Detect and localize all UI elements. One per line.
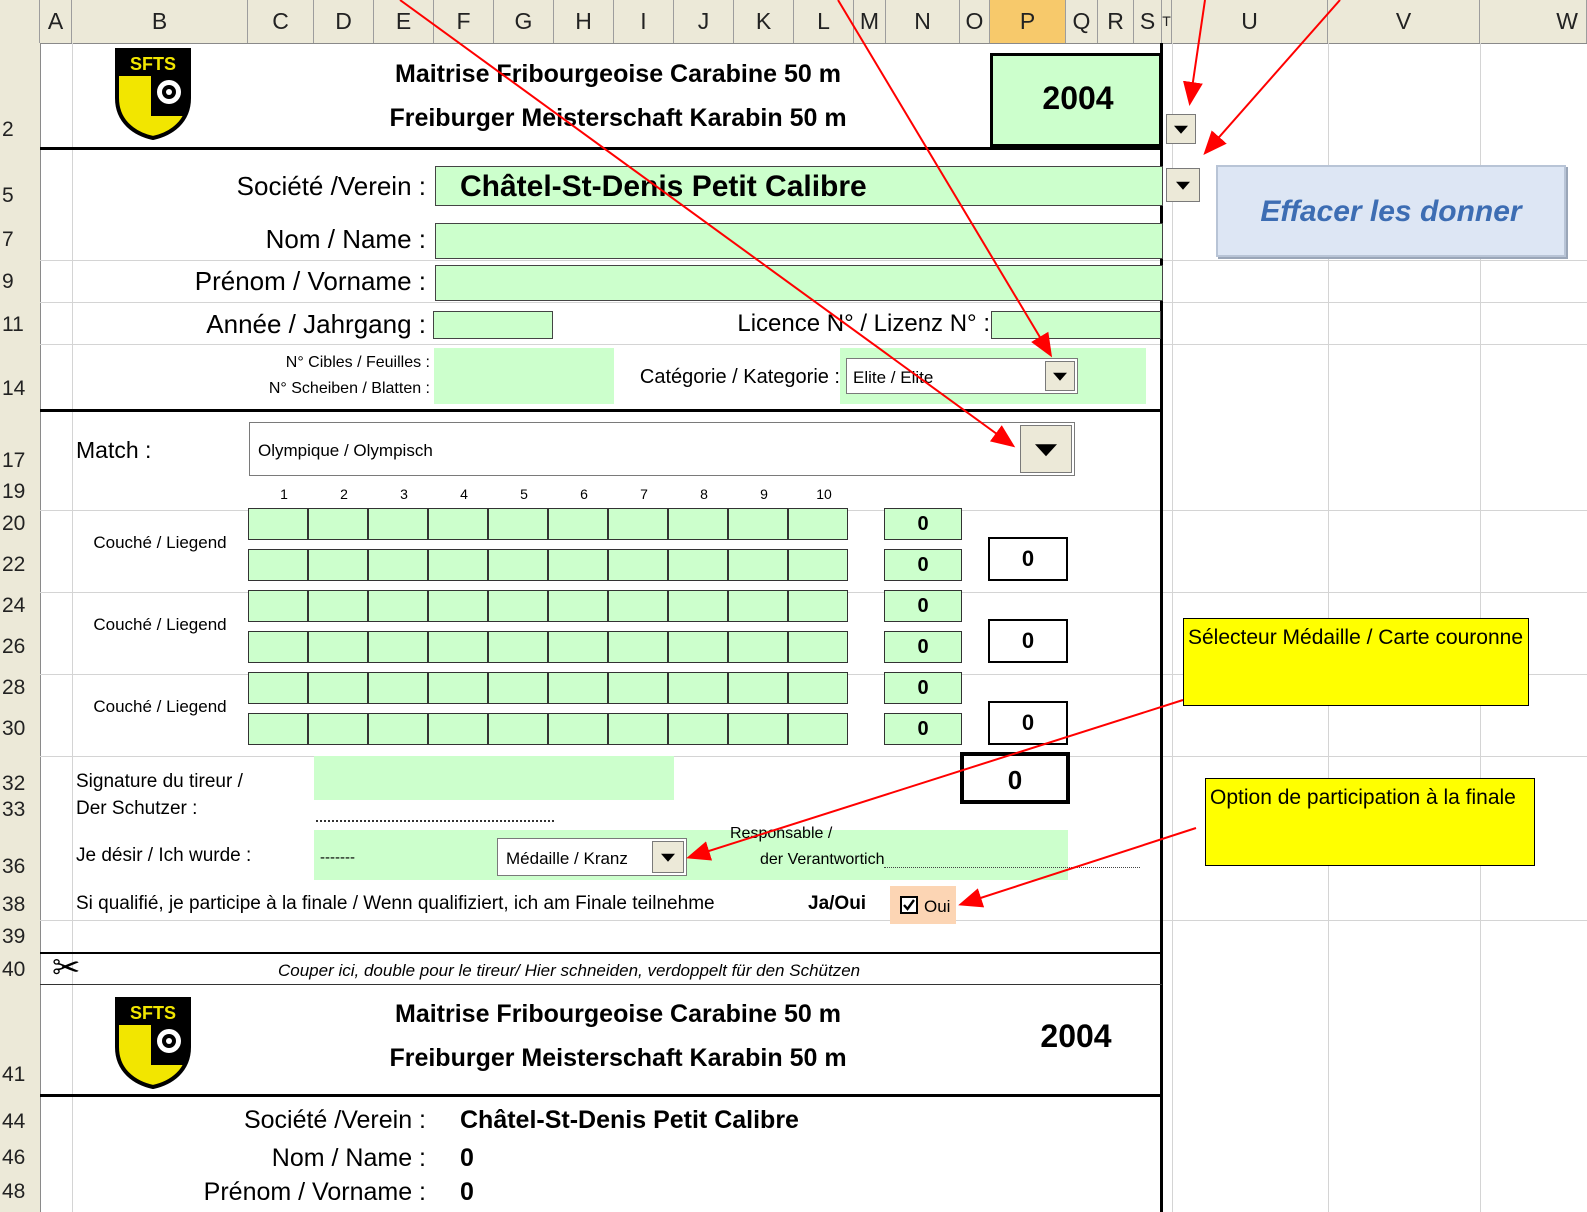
arrow-to-societe-dropdown: [1203, 0, 1341, 156]
arrow-to-match-dropdown: [399, 0, 1016, 448]
arrow-to-year-dropdown: [1183, 0, 1206, 106]
arrow-to-medal-select: [686, 699, 1184, 861]
arrow-to-category-dropdown: [837, 0, 1053, 358]
annotation-arrows: [399, 0, 1341, 908]
arrow-to-finale-checkbox: [958, 827, 1197, 908]
